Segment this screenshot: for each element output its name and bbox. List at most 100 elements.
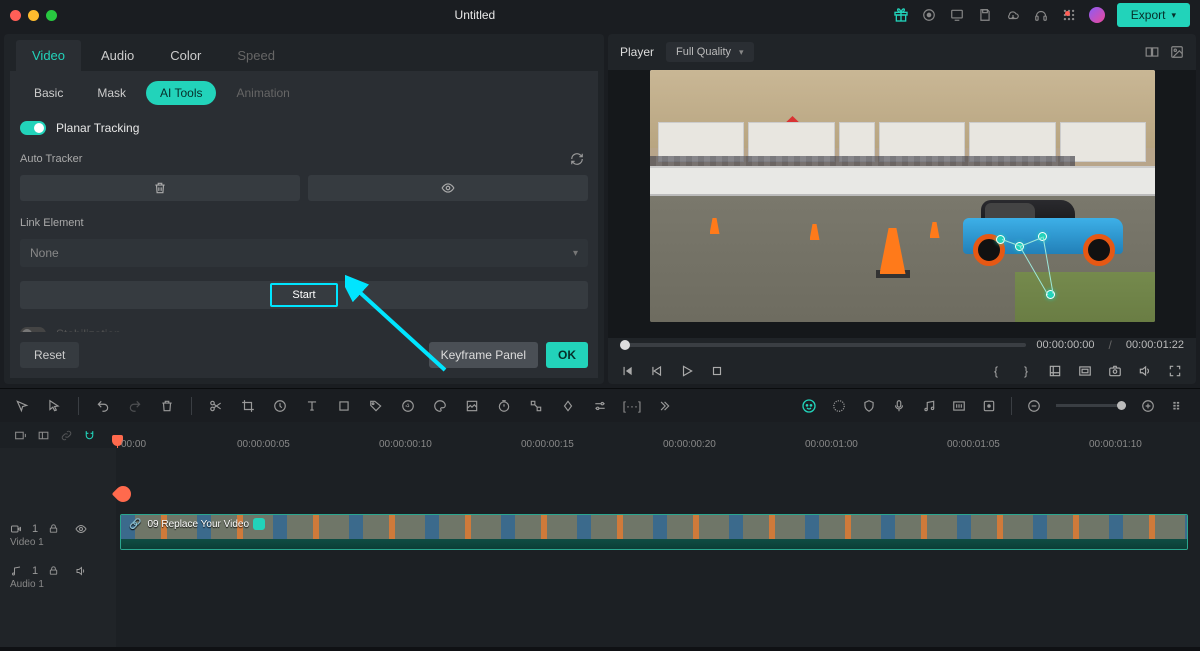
safe-zone-icon[interactable]: [1078, 364, 1094, 378]
crop-icon[interactable]: [240, 399, 256, 413]
reset-button[interactable]: Reset: [20, 342, 79, 368]
stop-icon[interactable]: [710, 364, 726, 378]
close-window-icon[interactable]: [10, 10, 21, 21]
avatar[interactable]: [1089, 7, 1105, 23]
marker[interactable]: [112, 483, 135, 506]
music-icon[interactable]: [921, 399, 937, 413]
tab-speed[interactable]: Speed: [221, 40, 291, 71]
lock-icon[interactable]: [48, 565, 59, 576]
subtab-mask[interactable]: Mask: [83, 81, 140, 105]
volume-icon[interactable]: [1138, 364, 1154, 378]
adjust-icon[interactable]: [400, 399, 416, 413]
subtab-basic[interactable]: Basic: [20, 81, 77, 105]
mic-icon[interactable]: [891, 399, 907, 413]
tab-audio[interactable]: Audio: [85, 40, 150, 71]
mute-icon[interactable]: [75, 523, 87, 535]
magnet-snap-icon[interactable]: [83, 429, 96, 442]
selection-tool-icon[interactable]: [46, 399, 62, 413]
refresh-icon[interactable]: [566, 148, 588, 170]
cloud-icon[interactable]: [1005, 7, 1021, 23]
subtab-animation[interactable]: Animation: [222, 81, 303, 105]
adjust-sliders-icon[interactable]: [592, 399, 608, 413]
color-palette-icon[interactable]: [432, 399, 448, 413]
timeline-body: 1 Video 1 1 Audio 1: [0, 448, 1200, 647]
range-icon[interactable]: [···]: [624, 399, 640, 413]
compare-view-icon[interactable]: [1144, 45, 1160, 59]
tab-video[interactable]: Video: [16, 40, 81, 71]
snapshot-icon[interactable]: [1108, 364, 1124, 378]
fullscreen-icon[interactable]: [1168, 364, 1184, 378]
transport-controls: { }: [608, 358, 1196, 384]
tracks-area[interactable]: 🔗 09 Replace Your Video: [116, 448, 1200, 647]
crop-ratio-icon[interactable]: [1048, 364, 1064, 378]
link-toggle-icon[interactable]: [60, 429, 73, 442]
inspector-footer: Reset Keyframe Panel OK: [10, 332, 598, 378]
speed-tool-icon[interactable]: [272, 399, 288, 413]
video-track-gutter: 1 Video 1: [0, 514, 116, 556]
minimize-window-icon[interactable]: [28, 10, 39, 21]
delete-tracker-button[interactable]: [20, 175, 300, 201]
zoom-out-icon[interactable]: [1026, 399, 1042, 413]
preview-viewport[interactable]: [608, 70, 1196, 338]
lock-icon[interactable]: [48, 523, 59, 534]
progress-slider[interactable]: [620, 343, 1026, 347]
video-clip[interactable]: 🔗 09 Replace Your Video: [120, 514, 1188, 550]
zoom-slider[interactable]: [1056, 404, 1126, 407]
clip-overwrite-icon[interactable]: [37, 429, 50, 442]
timer-icon[interactable]: [496, 399, 512, 413]
more-tools-icon[interactable]: [656, 399, 672, 413]
start-row: Start: [20, 281, 588, 309]
color-tag-icon[interactable]: [368, 399, 384, 413]
enhance-icon[interactable]: [831, 399, 847, 413]
keyframe-panel-button[interactable]: Keyframe Panel: [429, 342, 538, 368]
delete-icon[interactable]: [159, 399, 175, 413]
start-button[interactable]: Start: [270, 283, 337, 307]
quality-value: Full Quality: [676, 46, 731, 58]
image-view-icon[interactable]: [1170, 45, 1184, 59]
audio-track-gutter: 1 Audio 1: [0, 556, 116, 598]
prev-frame-icon[interactable]: [620, 364, 636, 378]
green-screen-icon[interactable]: [464, 399, 480, 413]
mark-out-icon[interactable]: }: [1018, 364, 1034, 378]
undo-icon[interactable]: [95, 399, 111, 413]
maximize-window-icon[interactable]: [46, 10, 57, 21]
split-icon[interactable]: [208, 399, 224, 413]
window-controls: [10, 10, 57, 21]
clip-link-icon: 🔗: [129, 519, 141, 530]
volume-icon[interactable]: [75, 565, 87, 577]
ok-button[interactable]: OK: [546, 342, 588, 368]
planar-tracking-toggle[interactable]: [20, 121, 46, 135]
redo-icon[interactable]: [127, 399, 143, 413]
preview-image: [650, 70, 1155, 322]
shield-icon[interactable]: [861, 399, 877, 413]
play-icon[interactable]: [680, 364, 696, 378]
ai-assist-icon[interactable]: [801, 398, 817, 414]
gift-icon[interactable]: [893, 7, 909, 23]
stabilization-toggle[interactable]: [20, 327, 46, 332]
mark-in-icon[interactable]: {: [988, 364, 1004, 378]
save-icon[interactable]: [977, 7, 993, 23]
text-tool-icon[interactable]: [304, 399, 320, 413]
link-element-select[interactable]: None: [20, 239, 588, 267]
record-icon[interactable]: [921, 7, 937, 23]
track-options-icon[interactable]: [1170, 399, 1186, 413]
quality-select[interactable]: Full Quality ▾: [666, 42, 754, 62]
headphones-icon[interactable]: [1033, 7, 1049, 23]
clip-insert-icon[interactable]: [14, 429, 27, 442]
tab-color[interactable]: Color: [154, 40, 217, 71]
motion-track-icon[interactable]: [528, 399, 544, 413]
marker-menu-icon[interactable]: [981, 399, 997, 413]
pointer-tool-icon[interactable]: [14, 399, 30, 413]
mixer-icon[interactable]: [951, 399, 967, 413]
apps-icon[interactable]: [1061, 7, 1077, 23]
shape-tool-icon[interactable]: [336, 399, 352, 413]
zoom-in-icon[interactable]: [1140, 399, 1156, 413]
keyframe-tool-icon[interactable]: [560, 399, 576, 413]
inspector-panel: Video Audio Color Speed Basic Mask AI To…: [4, 34, 604, 384]
display-icon[interactable]: [949, 7, 965, 23]
effect-chip-icon[interactable]: [253, 518, 265, 530]
preview-tracker-button[interactable]: [308, 175, 588, 201]
export-button[interactable]: Export ▾: [1117, 3, 1190, 27]
play-backward-icon[interactable]: [650, 364, 666, 378]
subtab-ai-tools[interactable]: AI Tools: [146, 81, 216, 105]
